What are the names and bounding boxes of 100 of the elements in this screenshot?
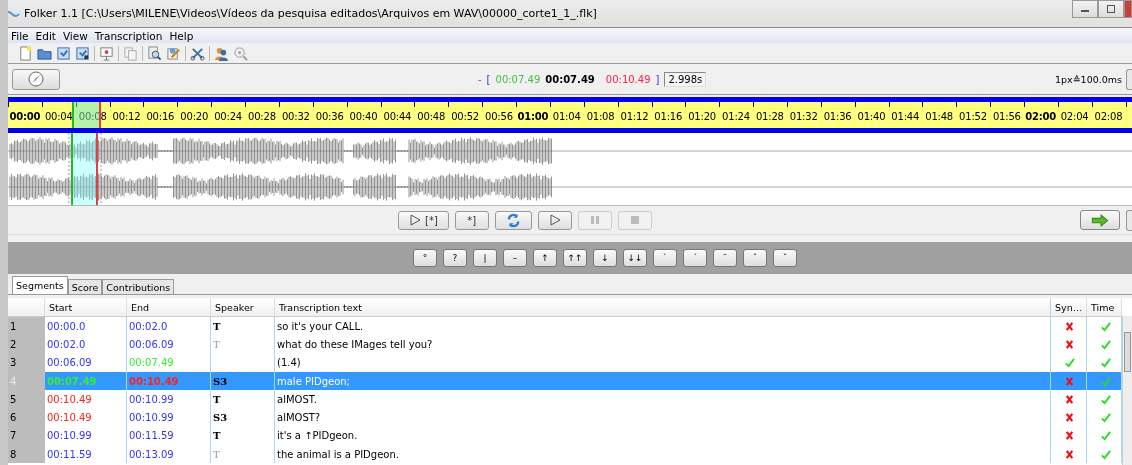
users-icon[interactable]: [214, 45, 229, 61]
scrollbar[interactable]: [1122, 316, 1132, 465]
start-time: 00:06.09: [47, 357, 92, 369]
symbol-button[interactable]: –: [503, 249, 527, 267]
save-icon[interactable]: [56, 45, 71, 61]
menu-item[interactable]: View: [62, 29, 88, 42]
waveform-drawing[interactable]: [8, 133, 1132, 205]
end-time: 00:10.49: [129, 375, 179, 387]
play-button[interactable]: [*]: [398, 210, 449, 230]
ruler-label: 01:44: [890, 109, 921, 122]
scissors-icon[interactable]: [190, 45, 205, 61]
symbol-button[interactable]: ↓↓: [623, 249, 647, 267]
ruler-label: 01:40: [856, 109, 887, 122]
ruler-label: 00:36: [314, 109, 345, 122]
start-time: 00:11.59: [47, 448, 92, 460]
save-as-icon[interactable]: [75, 45, 90, 61]
symbol-button[interactable]: ´: [683, 249, 707, 267]
column-header[interactable]: Speaker: [211, 298, 275, 316]
menu-item[interactable]: Transcription: [94, 29, 163, 42]
minimize-button[interactable]: [1072, 0, 1098, 18]
selection-start: 00:07.49: [495, 73, 541, 85]
table-row[interactable]: 1 00:00.0 00:02.0 T so it's your CALL.: [8, 317, 1122, 336]
ruler-label: 01:00: [516, 109, 550, 122]
bracket: ]: [655, 73, 660, 85]
ruler-label: 01:20: [687, 109, 718, 122]
table-row[interactable]: 3 00:06.09 00:07.49 (1.4): [8, 353, 1122, 372]
column-header[interactable]: End: [127, 298, 211, 316]
maximize-button[interactable]: [1098, 0, 1124, 18]
playback-position: 00:07.49: [545, 73, 595, 85]
symbol-button[interactable]: `: [653, 249, 677, 267]
column-header[interactable]: Start: [45, 298, 127, 316]
ruler-label: 00:44: [382, 109, 413, 122]
ruler-label: 01:48: [924, 109, 955, 122]
side-button[interactable]: [1126, 209, 1132, 231]
ruler-label: 00:56: [484, 109, 514, 122]
symbol-button[interactable]: ↑↑: [563, 249, 587, 267]
close-button[interactable]: [1124, 0, 1132, 18]
tab[interactable]: Score: [67, 279, 103, 294]
symbol-button[interactable]: ¯: [713, 249, 737, 267]
table-row[interactable]: 6 00:10.49 00:10.99 S3 alMOST?: [8, 408, 1122, 427]
row-number: 5: [8, 390, 45, 409]
maximize-icon: [1106, 4, 1116, 14]
tab[interactable]: Segments: [12, 276, 68, 294]
speaker-label: T: [213, 320, 221, 332]
ruler-label: 02:08: [1093, 109, 1124, 122]
symbol-button[interactable]: ˆ: [743, 249, 767, 267]
row-number: 6: [8, 408, 45, 427]
search-icon[interactable]: [147, 45, 162, 61]
ruler-label: 00:00: [8, 109, 42, 122]
symbol-button[interactable]: °: [413, 249, 437, 267]
ruler-label: 01:24: [721, 109, 751, 122]
menu-item[interactable]: File: [11, 29, 29, 42]
start-time: 00:02.0: [47, 338, 86, 350]
menu-item[interactable]: Edit: [35, 29, 56, 42]
symbol-button[interactable]: ↓: [593, 249, 617, 267]
transcription-text: alMOST?: [275, 408, 1051, 427]
start-time: 00:10.99: [47, 430, 92, 442]
end-time: 00:10.99: [129, 412, 174, 424]
zoom-button[interactable]: [1126, 68, 1132, 90]
ruler-label: 00:28: [247, 109, 277, 122]
ruler-label: 00:04: [43, 109, 74, 122]
column-header[interactable]: Time: [1087, 298, 1122, 316]
transcription-text: male PIDgeon;: [275, 371, 1051, 391]
presentation-icon[interactable]: [99, 45, 114, 61]
zoom-icon[interactable]: [233, 45, 248, 61]
tab[interactable]: Contributions: [102, 279, 175, 294]
play-to-end-button[interactable]: *]: [454, 210, 489, 230]
bracket: [: [486, 73, 491, 85]
transcription-text: so it's your CALL.: [275, 317, 1051, 336]
ruler-label: 01:04: [551, 109, 582, 122]
loop-icon: [505, 212, 521, 228]
table-row[interactable]: 5 00:10.49 00:10.99 T alMOST.: [8, 390, 1122, 409]
symbol-button[interactable]: |: [473, 249, 497, 267]
zoom-scale: 1px≙100.0ms: [1054, 73, 1122, 85]
table-row[interactable]: 2 00:02.0 00:06.09 T what do these IMages tell you?: [8, 335, 1122, 354]
ruler-label: 01:36: [822, 109, 853, 122]
play-icon: [548, 214, 561, 226]
start-time: 00:07.49: [47, 375, 97, 387]
transcription-text: it's a ↑PIDgeon.: [275, 426, 1051, 446]
edit-icon[interactable]: [166, 45, 181, 61]
forward-button[interactable]: [1080, 210, 1120, 230]
column-header[interactable]: Transcription text: [275, 298, 1051, 316]
symbol-button[interactable]: ↑: [533, 249, 557, 267]
ruler-label: 01:56: [991, 109, 1022, 122]
new-file-icon[interactable]: [18, 45, 33, 61]
symbol-button[interactable]: ˇ: [773, 249, 797, 267]
table-row[interactable]: 7 00:10.99 00:11.59 T it's a ↑PIDgeon.: [8, 426, 1122, 446]
play-button[interactable]: [537, 210, 572, 230]
column-header[interactable]: Syn…: [1051, 298, 1087, 316]
copy-icon[interactable]: [123, 45, 138, 61]
navigation-button[interactable]: [12, 68, 60, 90]
symbol-button[interactable]: ?: [443, 249, 467, 267]
loop-button[interactable]: [494, 210, 532, 230]
transcription-text: the animal is a PIDgeon.: [275, 445, 1051, 464]
table-row[interactable]: 8 00:11.59 00:13.09 T the animal is a PIDgeon.: [8, 445, 1122, 464]
menu-item[interactable]: Help: [169, 29, 194, 42]
ruler-label: 00:32: [280, 109, 311, 122]
selection-length: 2.998s: [664, 71, 707, 87]
speaker-label: S3: [213, 375, 228, 387]
selection-end: 00:10.49: [605, 73, 651, 85]
